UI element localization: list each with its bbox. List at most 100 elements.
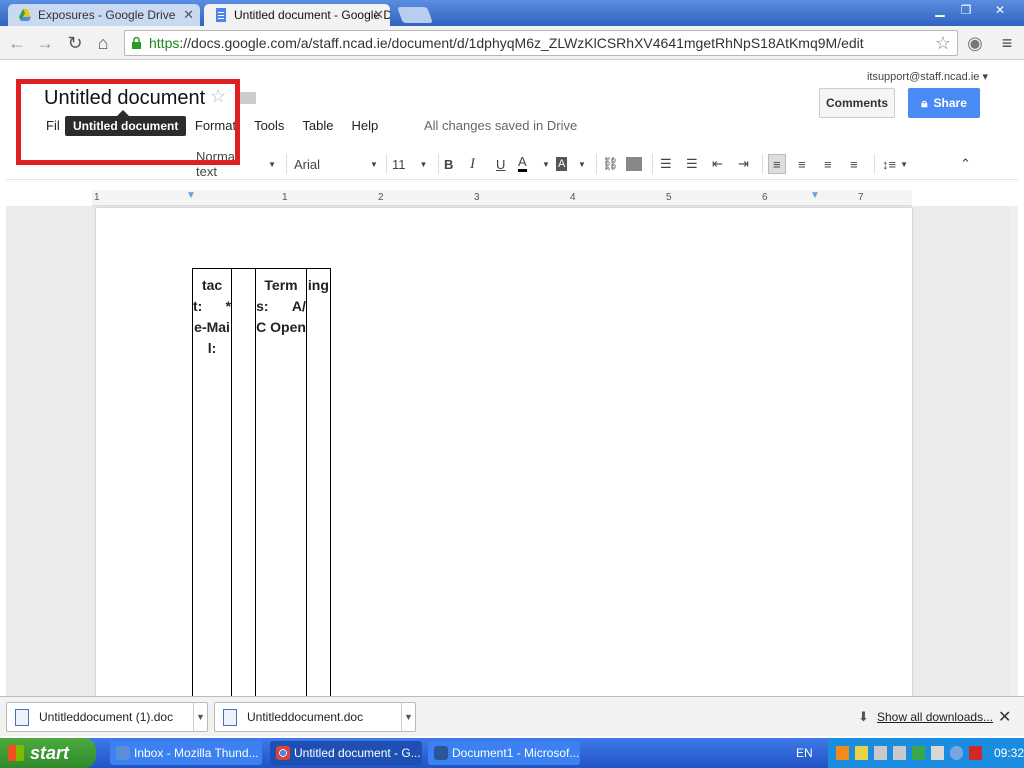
address-bar[interactable]: https://docs.google.com/a/staff.ncad.ie/… (124, 30, 958, 56)
comments-button[interactable]: Comments (819, 88, 895, 118)
tab-label: Exposures - Google Drive (38, 8, 176, 22)
language-indicator[interactable]: EN (796, 746, 813, 760)
tray-app-icon[interactable] (912, 746, 925, 760)
taskbar-item-chrome[interactable]: Untitled document - G... (270, 741, 422, 765)
taskbar: start Inbox - Mozilla Thund... Untitled … (0, 738, 1024, 768)
ruler-mark: 1 (282, 192, 288, 203)
account-email: itsupport@staff.ncad.ie (866, 71, 980, 83)
ruler-mark: 6 (762, 192, 768, 203)
share-button[interactable]: 🔒︎ Share (908, 88, 980, 118)
right-indent-marker-icon[interactable]: ▼ (810, 190, 820, 201)
tray-app-icon[interactable] (874, 746, 887, 760)
tray-app-icon[interactable] (950, 746, 963, 760)
decrease-indent-icon[interactable]: ⇤ (712, 154, 723, 174)
google-docs-icon (216, 8, 226, 22)
align-left-icon[interactable]: ≡ (768, 154, 786, 174)
close-downloads-icon[interactable]: ✕ (998, 707, 1011, 727)
start-button[interactable]: start (0, 738, 96, 768)
bold-icon[interactable]: B (444, 154, 453, 174)
restore-icon[interactable]: ❐ (954, 2, 978, 18)
italic-icon[interactable]: I (470, 154, 475, 174)
chevron-down-icon[interactable]: ▼ (401, 703, 415, 731)
table-cell[interactable] (231, 268, 257, 709)
tray-app-icon[interactable] (931, 746, 944, 760)
highlight-color-icon[interactable]: A (556, 157, 568, 171)
justify-icon[interactable]: ≡ (850, 154, 858, 174)
chevron-down-icon[interactable]: ▼ (578, 154, 586, 174)
url-text: ://docs.google.com/a/staff.ncad.ie/docum… (179, 35, 864, 51)
taskbar-item-thunderbird[interactable]: Inbox - Mozilla Thund... (110, 741, 262, 765)
taskbar-item-word[interactable]: Document1 - Microsof... (428, 741, 580, 765)
underline-icon[interactable]: U (496, 154, 505, 174)
folder-icon[interactable] (240, 92, 256, 104)
browser-toolbar: ← → ↻ ⌂ https://docs.google.com/a/staff.… (0, 26, 1024, 60)
back-icon[interactable]: ← (6, 32, 28, 54)
chrome-menu-icon[interactable]: ≡ (996, 32, 1018, 54)
window-close-icon[interactable]: ✕ (988, 2, 1012, 18)
chevron-down-icon: ▼ (419, 159, 428, 169)
collapse-toolbar-icon[interactable]: ⌃ (960, 154, 971, 174)
ruler[interactable]: 1 ▼ 1 2 3 4 5 6 ▼ 7 (92, 190, 912, 206)
google-drive-icon (19, 9, 31, 21)
ruler-mark: 1 (94, 192, 100, 203)
link-icon[interactable]: ⛓︎ (602, 154, 619, 174)
bulleted-list-icon[interactable]: ☰ (686, 154, 698, 174)
image-icon[interactable] (626, 157, 642, 171)
reload-icon[interactable]: ↻ (64, 32, 86, 54)
ruler-mark: 3 (474, 192, 480, 203)
extension-eye-icon[interactable]: ◉ (964, 32, 986, 54)
line-spacing-icon[interactable]: ↕≡ ▼ (882, 154, 908, 174)
new-tab-button[interactable] (397, 7, 433, 23)
tray-app-icon[interactable] (836, 746, 849, 760)
download-filename: Untitleddocument (1).doc (39, 710, 174, 724)
ruler-mark: 7 (858, 192, 864, 203)
home-icon[interactable]: ⌂ (92, 32, 114, 54)
vertical-scrollbar[interactable] (1010, 206, 1018, 696)
align-right-icon[interactable]: ≡ (824, 154, 832, 174)
tray-app-icon[interactable] (855, 746, 868, 760)
document-page[interactable]: tact: *e-Mail: Terms: A/C Open ing (96, 208, 912, 709)
menu-tools[interactable]: Tools (254, 118, 284, 138)
chevron-down-icon: ▼ (370, 159, 378, 169)
chevron-down-icon[interactable]: ▼ (193, 703, 207, 731)
numbered-list-icon[interactable]: ☰ (660, 154, 672, 174)
document-table[interactable]: tact: *e-Mail: Terms: A/C Open ing (191, 268, 331, 709)
account-label[interactable]: itsupport@staff.ncad.ie ▾ (867, 70, 988, 83)
align-center-icon[interactable]: ≡ (798, 154, 806, 174)
download-filename: Untitleddocument.doc (247, 710, 364, 724)
task-label: Inbox - Mozilla Thund... (134, 746, 259, 760)
close-tab-icon[interactable]: ✕ (183, 7, 194, 23)
start-label: start (30, 742, 70, 763)
browser-tabstrip: Exposures - Google Drive ✕ Untitled docu… (0, 0, 1024, 26)
task-label: Document1 - Microsof... (452, 746, 580, 760)
download-item[interactable]: Untitleddocument (1).doc ▼ (6, 702, 208, 732)
clock[interactable]: 09:32 (994, 746, 1024, 760)
menu-table[interactable]: Table (302, 118, 333, 138)
minimize-icon[interactable]: ▁ (928, 2, 952, 18)
table-cell[interactable]: Terms: A/C Open (255, 268, 307, 709)
document-canvas: tact: *e-Mail: Terms: A/C Open ing (6, 206, 1018, 709)
tab-untitled-document[interactable]: Untitled document - Google D ✕ (204, 4, 390, 26)
download-item[interactable]: Untitleddocument.doc ▼ (214, 702, 416, 732)
tab-google-drive[interactable]: Exposures - Google Drive ✕ (8, 4, 200, 26)
font-select[interactable]: Arial ▼ (294, 154, 378, 174)
bookmark-star-icon[interactable]: ☆ (935, 33, 951, 54)
word-icon (434, 746, 448, 760)
url-scheme: https (149, 35, 180, 51)
indent-marker-icon[interactable]: ▼ (186, 190, 196, 201)
downloads-bar: Untitleddocument (1).doc ▼ Untitleddocum… (0, 696, 1024, 736)
task-label: Untitled document - G... (294, 746, 421, 760)
chevron-down-icon[interactable]: ▼ (542, 154, 550, 174)
show-all-downloads-link[interactable]: Show all downloads... (877, 710, 993, 724)
close-tab-icon[interactable]: ✕ (373, 7, 384, 23)
menu-help[interactable]: Help (352, 118, 379, 138)
text-color-icon[interactable]: A (518, 154, 527, 172)
table-cell[interactable]: ing (305, 268, 331, 709)
font-size-select[interactable]: 11 ▼ (392, 154, 430, 174)
table-cell[interactable]: tact: *e-Mail: (191, 268, 233, 709)
tray-app-icon[interactable] (893, 746, 906, 760)
increase-indent-icon[interactable]: ⇥ (738, 154, 749, 174)
ruler-mark: 4 (570, 192, 576, 203)
tray-security-icon[interactable] (969, 746, 982, 760)
forward-icon[interactable]: → (34, 32, 56, 54)
